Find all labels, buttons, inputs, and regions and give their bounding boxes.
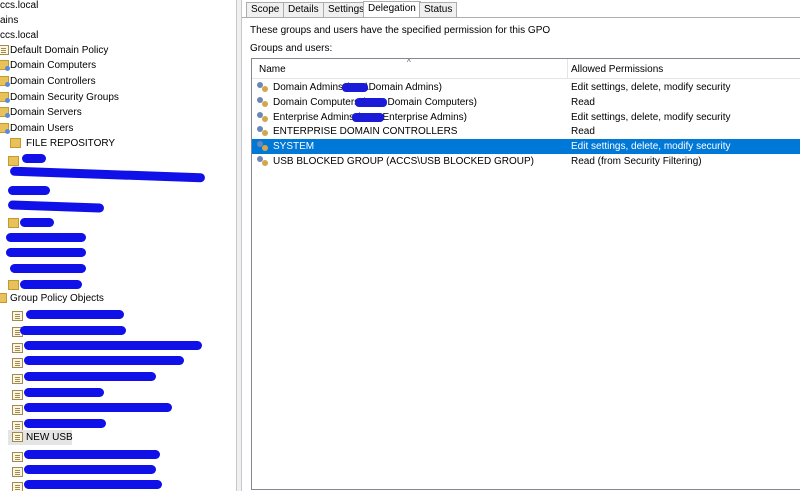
column-header-name[interactable]: Name	[259, 64, 286, 75]
table-row[interactable]: ENTERPRISE DOMAIN CONTROLLERS Read	[252, 124, 800, 139]
redaction-mark	[6, 233, 86, 242]
tab-details[interactable]: Details	[283, 2, 324, 17]
redaction-mark	[7, 200, 105, 213]
groups-and-users-label: Groups and users:	[250, 43, 333, 54]
tab-scope[interactable]: Scope	[246, 2, 285, 17]
tree-item-new-usb[interactable]: NEW USB	[8, 430, 73, 445]
ou-folder-icon	[0, 76, 10, 87]
gpo-icon	[12, 482, 23, 491]
tree-node-label: ains	[0, 15, 19, 26]
redaction-mark	[22, 154, 46, 163]
redaction-mark	[6, 248, 86, 257]
group-icon	[257, 82, 269, 93]
redaction-mark	[24, 419, 106, 428]
group-icon	[257, 126, 269, 137]
folder-icon	[10, 138, 21, 148]
redaction-mark	[24, 403, 172, 412]
redaction-mark	[355, 98, 387, 107]
group-icon	[257, 156, 269, 167]
tree-node-domains[interactable]: ains	[0, 13, 18, 28]
gpo-tree-pane[interactable]: ccs.local ains ccs.local Default Domain …	[0, 0, 236, 491]
sort-ascending-icon: ^	[407, 58, 411, 67]
folder-icon	[8, 156, 19, 166]
tab-delegation[interactable]: Delegation	[363, 1, 421, 17]
gpo-icon	[12, 452, 23, 462]
redaction-mark	[24, 356, 184, 365]
ou-folder-icon	[0, 123, 10, 134]
row-permissions: Edit settings, delete, modify security	[571, 82, 731, 93]
row-permissions: Read	[571, 97, 595, 108]
table-row[interactable]: Domain Computers ( Domain Computers) Rea…	[252, 95, 800, 110]
gpo-icon	[12, 343, 23, 353]
tab-status[interactable]: Status	[419, 2, 458, 17]
redaction-mark	[20, 218, 54, 227]
ou-folder-icon	[0, 92, 10, 103]
tree-node-domain-2[interactable]: ccs.local	[0, 28, 38, 43]
folder-icon	[8, 280, 19, 290]
gpo-icon	[12, 390, 23, 400]
gpo-icon	[12, 432, 23, 442]
delegation-description: These groups and users have the specifie…	[250, 25, 551, 36]
row-name: USB BLOCKED GROUP (ACCS\USB BLOCKED GROU…	[273, 156, 534, 167]
redaction-mark	[342, 83, 368, 92]
table-row[interactable]: Domain Admins ( \Domain Admins) Edit set…	[252, 80, 800, 95]
redaction-mark	[24, 388, 104, 397]
row-name: ENTERPRISE DOMAIN CONTROLLERS	[273, 126, 458, 137]
group-icon	[257, 97, 269, 108]
tree-node-domain[interactable]: ccs.local	[0, 0, 38, 13]
tree-node-label: ccs.local	[0, 0, 39, 11]
row-permissions: Edit settings, delete, modify security	[571, 141, 731, 152]
row-permissions: Read	[571, 126, 595, 137]
redaction-mark	[20, 280, 82, 289]
redaction-mark	[24, 341, 202, 350]
redaction-mark	[8, 186, 50, 195]
gpo-link-icon	[0, 45, 9, 55]
redaction-mark	[352, 113, 384, 122]
redaction-mark	[24, 372, 156, 381]
ou-folder-icon	[0, 60, 10, 71]
redaction-mark	[24, 480, 162, 489]
ou-folder-icon	[0, 107, 10, 118]
redaction-mark	[10, 264, 86, 273]
folder-icon	[0, 293, 7, 303]
row-permissions: Edit settings, delete, modify security	[571, 112, 731, 123]
table-row[interactable]: USB BLOCKED GROUP (ACCS\USB BLOCKED GROU…	[252, 154, 800, 169]
column-divider[interactable]	[567, 59, 568, 78]
table-row[interactable]: Enterprise Admins ( Enterprise Admins) E…	[252, 110, 800, 125]
gpo-icon	[12, 405, 23, 415]
redaction-mark	[24, 465, 156, 474]
tree-node-label: ccs.local	[0, 30, 39, 41]
gpo-icon	[12, 374, 23, 384]
row-name: SYSTEM	[273, 141, 315, 152]
column-header-permissions[interactable]: Allowed Permissions	[571, 64, 663, 75]
redaction-mark	[26, 310, 124, 319]
gpo-icon	[12, 467, 23, 477]
list-header: ^ Name Allowed Permissions	[252, 58, 800, 79]
permissions-list[interactable]: ^ Name Allowed Permissions Domain Admins…	[251, 58, 800, 490]
folder-icon	[8, 218, 19, 228]
system-user-icon	[257, 141, 269, 152]
gpo-icon	[12, 358, 23, 368]
row-permissions: Read (from Security Filtering)	[571, 156, 702, 167]
redaction-mark	[9, 166, 206, 183]
table-row-selected[interactable]: SYSTEM Edit settings, delete, modify sec…	[252, 139, 800, 154]
gpo-icon	[12, 311, 23, 321]
redaction-mark	[20, 326, 126, 335]
redaction-mark	[24, 450, 160, 459]
group-icon	[257, 112, 269, 123]
